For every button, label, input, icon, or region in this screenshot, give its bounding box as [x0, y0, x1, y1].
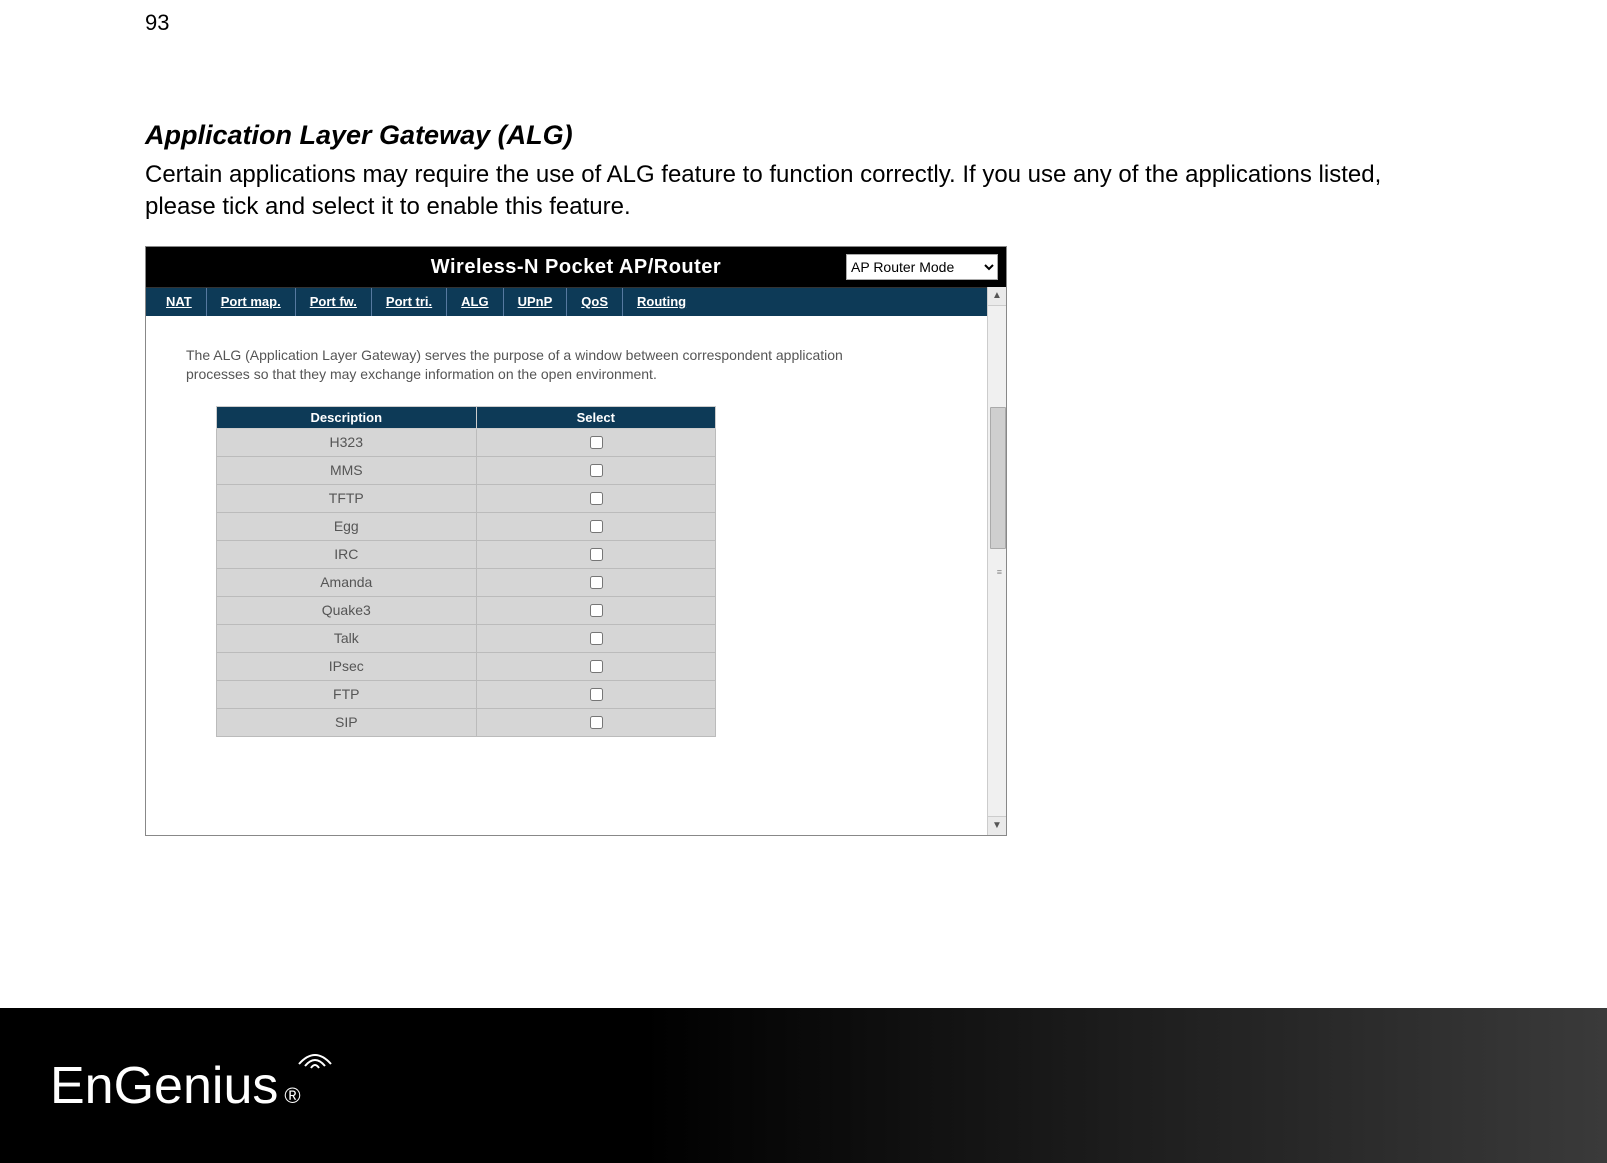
table-row: SIP	[217, 708, 716, 736]
row-desc: IPsec	[217, 652, 477, 680]
tab-nat[interactable]: NAT	[152, 288, 207, 316]
row-checkbox[interactable]	[590, 492, 603, 505]
row-checkbox[interactable]	[590, 604, 603, 617]
row-checkbox[interactable]	[590, 520, 603, 533]
col-header-select: Select	[476, 406, 715, 428]
tab-port-fw[interactable]: Port fw.	[296, 288, 372, 316]
table-row: Quake3	[217, 596, 716, 624]
wifi-icon	[295, 1042, 335, 1072]
page-number: 93	[145, 10, 169, 36]
row-checkbox[interactable]	[590, 436, 603, 449]
row-desc: FTP	[217, 680, 477, 708]
scroll-thumb[interactable]	[990, 407, 1006, 549]
col-header-description: Description	[217, 406, 477, 428]
table-row: IRC	[217, 540, 716, 568]
scrollbar[interactable]: ▲ ≡ ▼	[987, 287, 1006, 835]
row-checkbox[interactable]	[590, 688, 603, 701]
scroll-down-icon[interactable]: ▼	[988, 816, 1006, 835]
alg-table: Description Select H323 MMS TFTP	[216, 406, 716, 737]
main-panel: The ALG (Application Layer Gateway) serv…	[146, 316, 1006, 747]
row-checkbox[interactable]	[590, 632, 603, 645]
registered-mark: ®	[284, 1083, 300, 1109]
row-checkbox[interactable]	[590, 548, 603, 561]
tab-qos[interactable]: QoS	[567, 288, 623, 316]
row-checkbox[interactable]	[590, 464, 603, 477]
tab-routing[interactable]: Routing	[623, 288, 700, 316]
row-checkbox[interactable]	[590, 716, 603, 729]
row-desc: SIP	[217, 708, 477, 736]
content-area: Application Layer Gateway (ALG) Certain …	[145, 120, 1445, 836]
section-body: Certain applications may require the use…	[145, 159, 1445, 224]
tab-port-tri[interactable]: Port tri.	[372, 288, 447, 316]
table-row: MMS	[217, 456, 716, 484]
footer-bar: EnGenius ®	[0, 1008, 1607, 1163]
table-row: IPsec	[217, 652, 716, 680]
app-title: Wireless-N Pocket AP/Router	[431, 247, 721, 287]
brand-logo: EnGenius ®	[50, 1056, 301, 1116]
app-frame: Wireless-N Pocket AP/Router AP Router Mo…	[145, 246, 1007, 836]
app-header: Wireless-N Pocket AP/Router AP Router Mo…	[146, 247, 1006, 288]
section-title: Application Layer Gateway (ALG)	[145, 120, 1445, 151]
intro-text: The ALG (Application Layer Gateway) serv…	[186, 346, 906, 384]
table-row: Talk	[217, 624, 716, 652]
row-desc: MMS	[217, 456, 477, 484]
scroll-up-icon[interactable]: ▲	[988, 287, 1006, 306]
scroll-grip-icon: ≡	[997, 567, 1002, 577]
tab-alg[interactable]: ALG	[447, 288, 503, 316]
nav-tabs: NAT Port map. Port fw. Port tri. ALG UPn…	[146, 288, 1006, 316]
tab-port-map[interactable]: Port map.	[207, 288, 296, 316]
row-desc: Amanda	[217, 568, 477, 596]
table-row: Amanda	[217, 568, 716, 596]
row-desc: H323	[217, 428, 477, 456]
table-row: TFTP	[217, 484, 716, 512]
table-row: H323	[217, 428, 716, 456]
row-desc: IRC	[217, 540, 477, 568]
row-desc: TFTP	[217, 484, 477, 512]
row-desc: Talk	[217, 624, 477, 652]
table-row: FTP	[217, 680, 716, 708]
row-checkbox[interactable]	[590, 576, 603, 589]
tab-upnp[interactable]: UPnP	[504, 288, 568, 316]
brand-text: EnGenius	[50, 1056, 278, 1116]
row-checkbox[interactable]	[590, 660, 603, 673]
row-desc: Quake3	[217, 596, 477, 624]
mode-select[interactable]: AP Router Mode	[846, 254, 998, 280]
table-row: Egg	[217, 512, 716, 540]
row-desc: Egg	[217, 512, 477, 540]
